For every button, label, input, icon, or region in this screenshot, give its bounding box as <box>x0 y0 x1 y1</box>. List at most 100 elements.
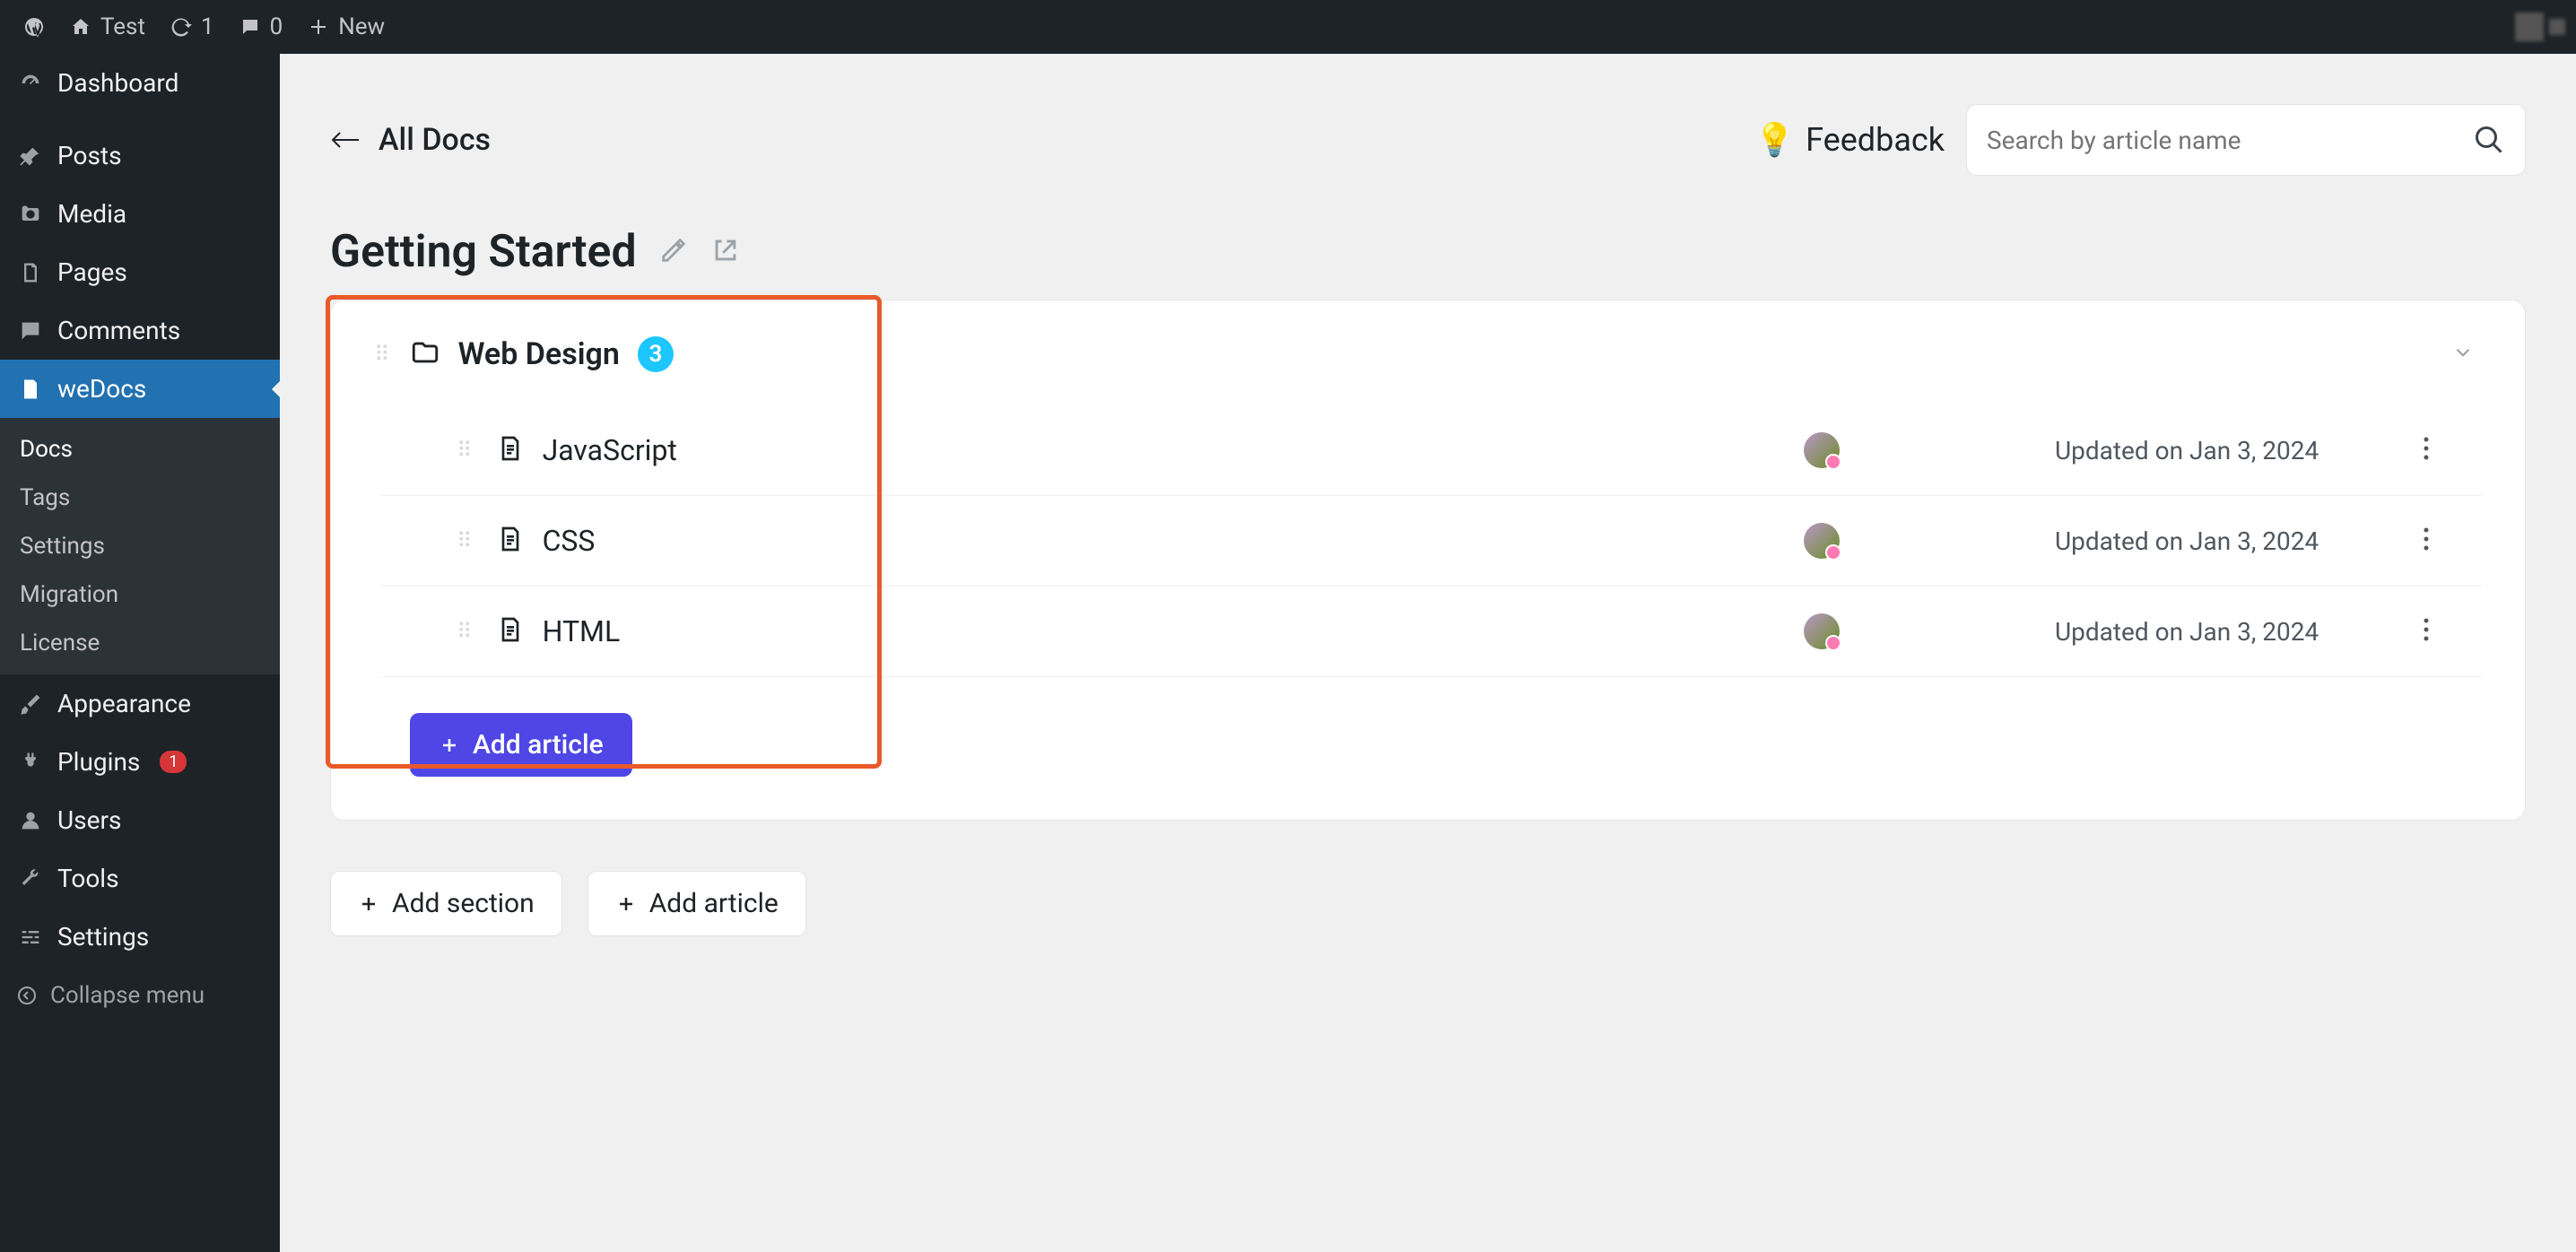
admin-sidebar: Dashboard Posts Media Pages Comments weD… <box>0 54 280 1252</box>
wrench-icon <box>18 866 43 891</box>
article-more-button[interactable] <box>2414 526 2439 555</box>
sidebar-item-label: Appearance <box>57 689 191 718</box>
section-name[interactable]: Web Design <box>458 336 620 372</box>
author-avatar <box>1804 523 1840 559</box>
refresh-icon <box>170 16 192 38</box>
collapse-menu[interactable]: Collapse menu <box>0 966 280 1025</box>
back-label: All Docs <box>379 122 491 158</box>
dots-vertical-icon <box>2423 617 2430 642</box>
article-more-button[interactable] <box>2414 436 2439 465</box>
comments-link[interactable]: 0 <box>227 13 296 40</box>
button-label: Add article <box>649 888 779 919</box>
lightbulb-icon: 💡 <box>1754 121 1795 159</box>
sidebar-item-settings[interactable]: Settings <box>0 908 280 966</box>
sidebar-item-label: Settings <box>57 922 149 952</box>
article-more-button[interactable] <box>2414 617 2439 646</box>
plugins-badge: 1 <box>160 751 187 773</box>
submenu-migration[interactable]: Migration <box>0 570 280 619</box>
add-section-button[interactable]: Add section <box>330 871 562 936</box>
sidebar-item-media[interactable]: Media <box>0 185 280 243</box>
sidebar-item-label: Media <box>57 199 126 229</box>
submenu-license[interactable]: License <box>0 619 280 667</box>
submenu-tags[interactable]: Tags <box>0 474 280 522</box>
pages-icon <box>18 260 43 285</box>
wp-logo[interactable] <box>11 16 57 38</box>
article-name: HTML <box>543 614 621 648</box>
edit-title-button[interactable] <box>658 235 689 269</box>
site-home[interactable]: Test <box>57 13 158 40</box>
wordpress-icon <box>23 16 45 38</box>
doc-icon <box>18 377 43 402</box>
admin-bar: Test 1 0 New <box>0 0 2576 54</box>
search-icon <box>2473 124 2505 156</box>
sidebar-item-pages[interactable]: Pages <box>0 243 280 301</box>
article-count-badge: 3 <box>638 336 674 372</box>
sidebar-item-users[interactable]: Users <box>0 791 280 849</box>
search-box[interactable] <box>1966 104 2526 176</box>
sidebar-item-comments[interactable]: Comments <box>0 301 280 360</box>
plus-icon <box>308 16 329 38</box>
sidebar-item-label: Tools <box>57 864 119 893</box>
sliders-icon <box>18 925 43 950</box>
user-avatar-blur-sm[interactable] <box>2549 19 2565 35</box>
pin-icon <box>18 143 43 169</box>
article-row[interactable]: ⠿ JavaScript Updated on Jan 3, 2024 <box>381 404 2482 495</box>
brush-icon <box>18 691 43 717</box>
submenu-docs[interactable]: Docs <box>0 425 280 474</box>
feedback-label: Feedback <box>1806 121 1945 159</box>
drag-handle-icon[interactable]: ⠿ <box>374 342 392 367</box>
dashboard-icon <box>18 71 43 96</box>
collapse-section-button[interactable] <box>2451 341 2475 368</box>
section-card: ⠿ Web Design 3 ⠿ JavaScript Updated on J… <box>330 300 2526 821</box>
folder-icon <box>410 337 440 371</box>
sidebar-item-label: Pages <box>57 257 127 287</box>
sidebar-item-label: Dashboard <box>57 68 178 98</box>
sidebar-item-appearance[interactable]: Appearance <box>0 674 280 733</box>
sidebar-item-dashboard[interactable]: Dashboard <box>0 54 280 112</box>
collapse-icon <box>16 985 38 1006</box>
drag-handle-icon[interactable]: ⠿ <box>457 619 474 644</box>
arrow-left-icon <box>330 130 361 150</box>
home-icon <box>70 16 91 38</box>
sidebar-item-label: Comments <box>57 316 180 345</box>
updates[interactable]: 1 <box>158 13 227 40</box>
sidebar-item-posts[interactable]: Posts <box>0 126 280 185</box>
article-updated: Updated on Jan 3, 2024 <box>2055 526 2396 556</box>
sidebar-item-label: weDocs <box>57 374 146 404</box>
page-title: Getting Started <box>330 226 637 278</box>
pencil-icon <box>658 235 689 265</box>
feedback-button[interactable]: 💡 Feedback <box>1754 121 1945 159</box>
article-row[interactable]: ⠿ HTML Updated on Jan 3, 2024 <box>381 586 2482 677</box>
admin-bar-right <box>2515 13 2565 41</box>
add-article-primary-button[interactable]: Add article <box>410 713 632 777</box>
sidebar-item-plugins[interactable]: Plugins 1 <box>0 733 280 791</box>
bottom-actions: Add section Add article <box>330 871 2526 936</box>
button-label: Add article <box>473 729 604 761</box>
updates-count: 1 <box>201 13 214 40</box>
back-link[interactable]: All Docs <box>330 122 491 158</box>
document-icon <box>496 525 525 557</box>
drag-handle-icon[interactable]: ⠿ <box>457 438 474 463</box>
article-row[interactable]: ⠿ CSS Updated on Jan 3, 2024 <box>381 495 2482 586</box>
article-name: CSS <box>543 524 596 558</box>
page-title-row: Getting Started <box>330 226 2526 278</box>
search-input[interactable] <box>1987 126 2473 155</box>
add-article-outline-button[interactable]: Add article <box>587 871 806 936</box>
submenu-settings[interactable]: Settings <box>0 522 280 570</box>
sidebar-item-wedocs[interactable]: weDocs <box>0 360 280 418</box>
button-label: Add section <box>392 888 535 919</box>
new-content[interactable]: New <box>295 13 397 40</box>
sidebar-item-tools[interactable]: Tools <box>0 849 280 908</box>
new-label: New <box>338 13 385 40</box>
author-avatar <box>1804 613 1840 649</box>
article-updated: Updated on Jan 3, 2024 <box>2055 617 2396 647</box>
section-header: ⠿ Web Design 3 <box>331 300 2525 404</box>
comment-icon <box>239 16 261 38</box>
article-name: JavaScript <box>543 433 677 467</box>
open-external-button[interactable] <box>710 235 741 269</box>
drag-handle-icon[interactable]: ⠿ <box>457 528 474 553</box>
site-name: Test <box>100 13 145 40</box>
user-avatar-blur[interactable] <box>2515 13 2544 41</box>
main-content: All Docs 💡 Feedback Getting Started <box>280 54 2576 1252</box>
dots-vertical-icon <box>2423 526 2430 552</box>
